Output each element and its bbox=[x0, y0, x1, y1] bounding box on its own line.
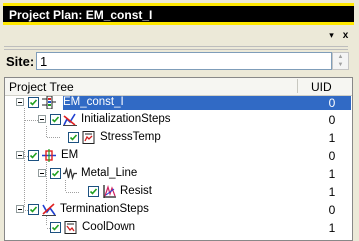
collapse-icon[interactable] bbox=[16, 98, 24, 106]
project-icon bbox=[42, 95, 56, 110]
collapse-icon[interactable] bbox=[38, 115, 46, 123]
uid-cell: 0 bbox=[328, 203, 336, 217]
uid-cell: 1 bbox=[328, 185, 336, 199]
dropdown-icon[interactable]: ▾ bbox=[326, 30, 337, 41]
tree-label[interactable]: InitializationSteps bbox=[79, 113, 173, 125]
project-plan-window: Project Plan: EM_const_I ▾ x Site: 1 ▲ ▼… bbox=[0, 0, 359, 241]
tree-label[interactable]: CoolDown bbox=[80, 221, 137, 233]
site-spinner[interactable]: ▲ ▼ bbox=[332, 52, 349, 70]
column-header-project-tree[interactable]: Project Tree bbox=[9, 80, 74, 94]
checkbox[interactable] bbox=[28, 97, 39, 108]
checkbox[interactable] bbox=[88, 186, 99, 197]
tree-label[interactable]: Metal_Line bbox=[79, 167, 139, 179]
tree-label[interactable]: EM bbox=[59, 149, 80, 161]
tree-row-stress-temp[interactable]: StressTemp 1 bbox=[5, 131, 352, 145]
spin-up-icon[interactable]: ▲ bbox=[333, 53, 348, 61]
resist-icon bbox=[102, 184, 116, 198]
uid-cell: 1 bbox=[328, 167, 336, 181]
tree-label[interactable]: StressTemp bbox=[98, 131, 163, 143]
uid-cell: 1 bbox=[328, 131, 336, 145]
tree-header: Project Tree UID bbox=[5, 78, 352, 96]
toolbar-grip bbox=[4, 44, 348, 50]
tree-row-initialization-steps[interactable]: InitializationSteps 0 bbox=[5, 113, 352, 127]
checkbox[interactable] bbox=[50, 222, 61, 233]
tree-label[interactable]: EM_const_I bbox=[61, 96, 126, 108]
uid-cell: 0 bbox=[328, 96, 336, 110]
column-header-uid[interactable]: UID bbox=[311, 80, 332, 94]
document-icon bbox=[64, 221, 78, 234]
tree-label[interactable]: TerminationSteps bbox=[58, 203, 151, 215]
site-value: 1 bbox=[40, 54, 48, 69]
checkbox[interactable] bbox=[50, 168, 61, 179]
collapse-icon[interactable] bbox=[16, 151, 24, 159]
checkbox[interactable] bbox=[28, 150, 39, 161]
uid-cell: 1 bbox=[328, 221, 336, 235]
title-bar[interactable]: Project Plan: EM_const_I bbox=[3, 3, 354, 25]
checkbox[interactable] bbox=[28, 204, 39, 215]
tree-row-termination-steps[interactable]: TerminationSteps 0 bbox=[5, 203, 352, 217]
column-divider[interactable] bbox=[297, 79, 298, 93]
site-input[interactable]: 1 bbox=[36, 52, 332, 70]
tree-label[interactable]: Resist bbox=[118, 185, 154, 197]
close-icon[interactable]: x bbox=[340, 30, 351, 41]
uid-cell: 0 bbox=[328, 149, 336, 163]
spin-down-icon[interactable]: ▼ bbox=[333, 61, 348, 69]
site-label: Site: bbox=[6, 54, 35, 69]
checkbox[interactable] bbox=[50, 114, 61, 125]
collapse-icon[interactable] bbox=[38, 169, 46, 177]
window-title: Project Plan: EM_const_I bbox=[9, 8, 153, 22]
resistor-icon bbox=[63, 166, 77, 181]
tree-row-resist[interactable]: Resist 1 bbox=[5, 184, 352, 199]
checkbox[interactable] bbox=[68, 132, 79, 143]
tree-row-cooldown[interactable]: CoolDown 1 bbox=[5, 221, 352, 235]
site-row: Site: 1 ▲ ▼ bbox=[5, 52, 353, 74]
em-icon bbox=[42, 149, 56, 162]
term-steps-icon bbox=[42, 203, 56, 216]
tree-row-em[interactable]: EM 0 bbox=[5, 149, 352, 163]
init-steps-icon bbox=[63, 113, 77, 126]
tree-row-em-const-i[interactable]: EM_const_I 0 bbox=[5, 95, 352, 110]
tree-row-metal-line[interactable]: Metal_Line 1 bbox=[5, 166, 352, 181]
project-tree-panel: Project Tree UID EM_const_I 0 Initializa… bbox=[4, 77, 353, 241]
uid-cell: 0 bbox=[328, 113, 336, 127]
document-icon bbox=[82, 131, 96, 144]
collapse-icon[interactable] bbox=[16, 205, 24, 213]
